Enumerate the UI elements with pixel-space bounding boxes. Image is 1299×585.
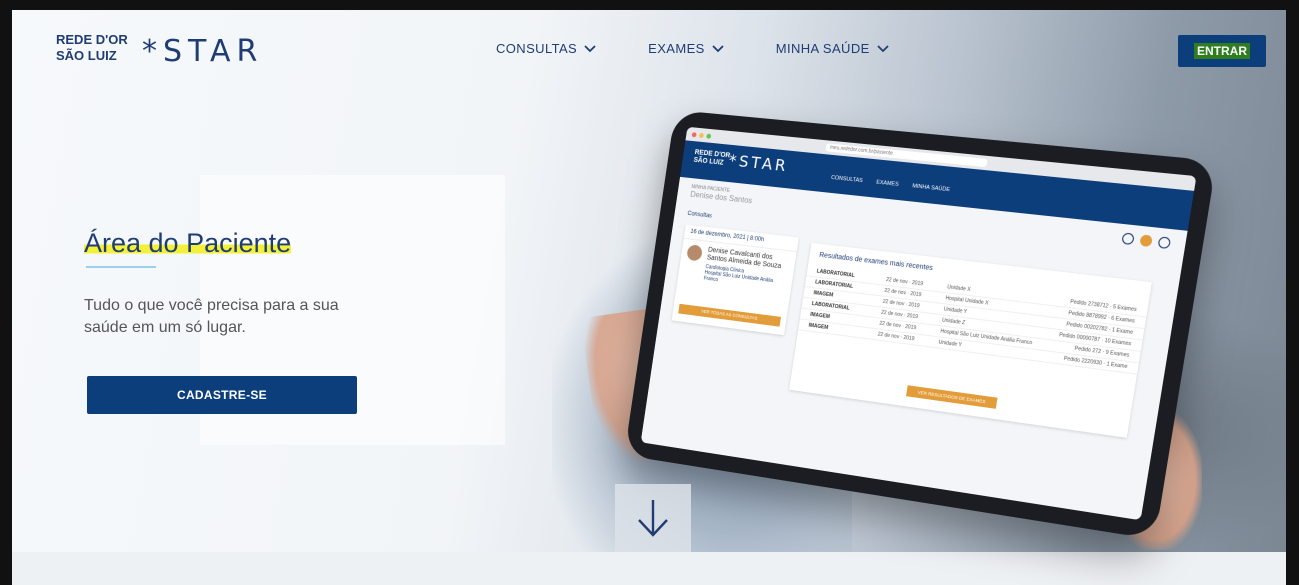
tablet-logo: REDE D'OR SÃO LUIZ bbox=[693, 149, 731, 167]
tablet-menu: CONSULTAS EXAMES MINHA SAÚDE bbox=[831, 175, 951, 193]
title-divider bbox=[86, 266, 156, 268]
see-results-button: VER RESULTADOS DE EXAMES bbox=[906, 385, 998, 409]
logo-star: *STAR bbox=[142, 34, 264, 69]
avatar-icon bbox=[1139, 234, 1153, 248]
tablet-menu-item: EXAMES bbox=[875, 179, 900, 188]
nav-consultas-label: CONSULTAS bbox=[496, 41, 578, 56]
signup-button[interactable]: CADASTRE-SE bbox=[87, 376, 357, 414]
chevron-down-icon bbox=[877, 44, 889, 52]
top-navbar: REDE D'OR SÃO LUIZ *STAR CONSULTAS EXAME… bbox=[12, 10, 1286, 84]
tablet-menu-item: CONSULTAS bbox=[830, 174, 864, 185]
logo-sao-luiz: SÃO LUIZ bbox=[56, 48, 117, 63]
results-card: Resultados de exames mais recentes LABOR… bbox=[789, 242, 1152, 438]
see-consultations-button: VER TODAS AS CONSULTAS bbox=[678, 303, 781, 327]
tablet-consultas-heading: Consultas bbox=[687, 210, 713, 220]
bell-icon bbox=[1121, 232, 1135, 246]
scroll-down-button[interactable] bbox=[615, 484, 691, 552]
login-button[interactable]: ENTRAR bbox=[1178, 35, 1266, 67]
next-section bbox=[12, 552, 1286, 585]
nav-minha-saude-label: MINHA SAÚDE bbox=[775, 41, 870, 56]
tablet-screen: meu.rededor.com.br/paciente REDE D'OR SÃ… bbox=[640, 126, 1197, 521]
arrow-down-icon bbox=[638, 500, 668, 537]
main-nav: CONSULTAS EXAMES MINHA SAÚDE bbox=[496, 41, 889, 56]
brand-logo[interactable]: REDE D'OR SÃO LUIZ *STAR bbox=[56, 32, 276, 69]
nav-exames[interactable]: EXAMES bbox=[648, 41, 724, 56]
chevron-down-icon bbox=[712, 44, 724, 52]
tablet-star-logo: *STAR bbox=[727, 150, 790, 176]
chevron-down-icon bbox=[584, 44, 596, 52]
nav-minha-saude[interactable]: MINHA SAÚDE bbox=[776, 41, 889, 56]
doctor-avatar bbox=[686, 244, 704, 262]
page: meu.rededor.com.br/paciente REDE D'OR SÃ… bbox=[12, 10, 1286, 585]
logo-rede-dor: REDE D'OR bbox=[56, 32, 128, 47]
logout-icon bbox=[1157, 236, 1172, 250]
tablet-menu-item: MINHA SAÚDE bbox=[911, 183, 951, 194]
consult-card: 16 de dezembro, 2021 | 8:00h Denise Cava… bbox=[671, 224, 799, 336]
hero-subtitle: Tudo o que você precisa para a sua saúde… bbox=[84, 297, 339, 336]
nav-exames-label: EXAMES bbox=[648, 41, 705, 56]
page-title: Área do Paciente bbox=[84, 228, 292, 259]
login-button-label: ENTRAR bbox=[1194, 43, 1250, 59]
nav-consultas[interactable]: CONSULTAS bbox=[496, 41, 596, 56]
